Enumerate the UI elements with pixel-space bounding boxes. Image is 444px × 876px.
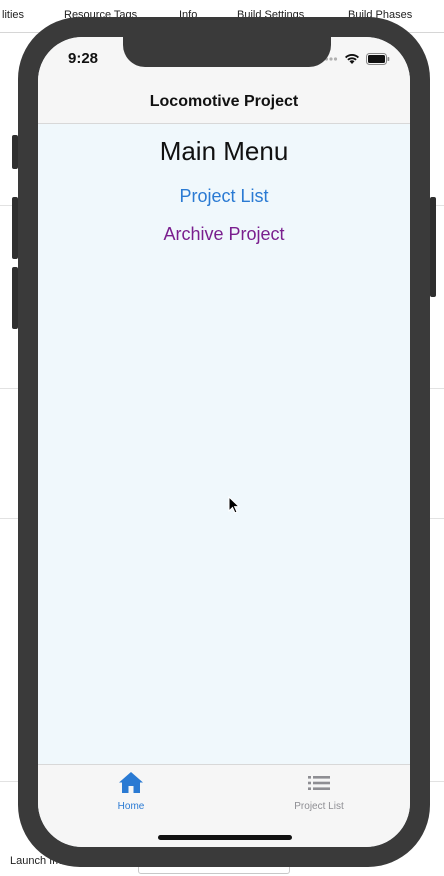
wifi-icon [345, 54, 359, 64]
tab-home[interactable]: Home [71, 771, 191, 812]
phone-frame: 9:28 Locomotive Project Main Menu Projec… [12, 17, 436, 867]
status-icons [320, 53, 390, 65]
tab-project-list[interactable]: Project List [259, 771, 379, 812]
status-time: 9:28 [68, 50, 99, 67]
phone-screen: 9:28 Locomotive Project Main Menu Projec… [38, 37, 410, 847]
mute-switch [12, 135, 18, 169]
power-button [430, 197, 436, 297]
phone-notch [123, 37, 331, 67]
tab-project-list-label: Project List [294, 801, 344, 812]
xcode-tab-capabilities[interactable]: lities [2, 9, 24, 21]
mouse-cursor-icon [228, 496, 240, 514]
home-icon [119, 772, 143, 793]
archive-project-link[interactable]: Archive Project [38, 224, 410, 245]
volume-down-button [12, 267, 18, 329]
project-list-link[interactable]: Project List [38, 186, 410, 207]
main-content: Main Menu Project List Archive Project [38, 124, 410, 764]
list-icon [308, 776, 330, 790]
volume-up-button [12, 197, 18, 259]
navigation-bar: Locomotive Project [38, 83, 410, 124]
tab-home-label: Home [117, 801, 145, 812]
main-menu-heading: Main Menu [159, 136, 289, 166]
nav-title: Locomotive Project [149, 93, 299, 110]
home-indicator [158, 835, 292, 840]
battery-icon [366, 53, 390, 65]
